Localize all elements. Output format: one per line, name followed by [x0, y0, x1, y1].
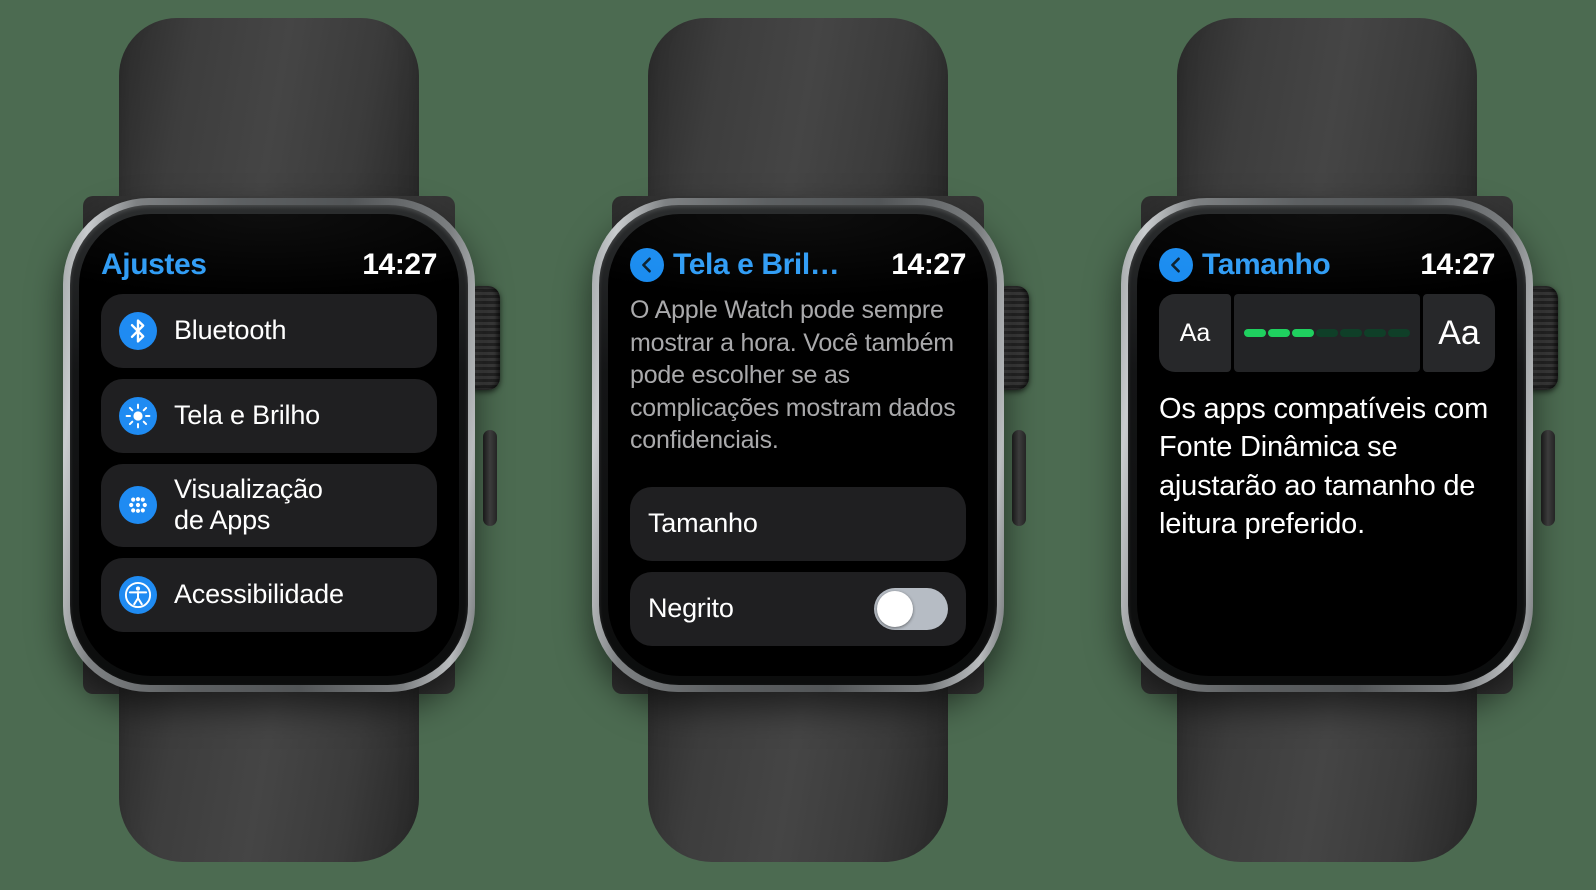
status-bar: Tamanho 14:27 [1159, 244, 1495, 286]
decrease-text-size-label: Aa [1179, 318, 1211, 347]
sidebar-item-label: Acessibilidade [174, 578, 344, 609]
row-label: Tamanho [648, 507, 758, 538]
app-grid-icon [119, 486, 157, 525]
watch-display: Tamanho 14:27 Aa Aa Os apps compatíveis … [1137, 214, 1517, 676]
text-size-screen: Tamanho 14:27 Aa Aa Os apps compatíveis … [1137, 214, 1517, 676]
apple-watch-display-brightness: Tela e Bril… 14:27 O Apple Watch pode se… [543, 0, 1053, 890]
status-bar: Tela e Bril… 14:27 [630, 244, 966, 286]
settings-list: Bluetooth Tela e Brilho Visualização de … [101, 294, 437, 632]
text-size-stepper: Aa Aa [1159, 294, 1495, 372]
page-title: Tela e Bril… [673, 248, 840, 281]
text-size-tick [1268, 329, 1290, 337]
text-size-tick [1244, 329, 1266, 337]
watch-bezel: Tela e Bril… 14:27 O Apple Watch pode se… [599, 205, 997, 685]
watch-bezel: Tamanho 14:27 Aa Aa Os apps compatíveis … [1128, 205, 1526, 685]
increase-text-size-button[interactable]: Aa [1423, 294, 1495, 372]
sidebar-item-display-brightness[interactable]: Tela e Brilho [101, 379, 437, 453]
row-text-size[interactable]: Tamanho [630, 486, 966, 561]
status-clock: 14:27 [891, 248, 966, 281]
text-size-tick [1292, 329, 1314, 337]
watch-display: Ajustes 14:27 Bluetooth Tela e Brilho Vi… [79, 214, 459, 676]
text-size-tick [1316, 329, 1338, 337]
bluetooth-icon [119, 312, 157, 350]
page-title: Ajustes [101, 248, 207, 281]
status-clock: 14:27 [362, 248, 437, 281]
row-bold-text[interactable]: Negrito [630, 571, 966, 646]
watch-case: Ajustes 14:27 Bluetooth Tela e Brilho Vi… [63, 198, 475, 692]
decrease-text-size-button[interactable]: Aa [1159, 294, 1231, 372]
text-size-tick-group [1244, 329, 1410, 337]
bold-text-toggle[interactable] [874, 587, 948, 630]
brightness-icon [119, 397, 157, 435]
text-size-tick [1364, 329, 1386, 337]
watch-bezel: Ajustes 14:27 Bluetooth Tela e Brilho Vi… [70, 205, 468, 685]
increase-text-size-label: Aa [1438, 313, 1480, 352]
sidebar-item-label: Visualização de Apps [174, 474, 323, 536]
watch-case: Tela e Bril… 14:27 O Apple Watch pode se… [592, 198, 1004, 692]
back-button[interactable] [1159, 248, 1193, 282]
apple-watch-settings: Ajustes 14:27 Bluetooth Tela e Brilho Vi… [14, 0, 524, 890]
text-size-tick [1388, 329, 1410, 337]
accessibility-icon [119, 575, 157, 614]
side-button[interactable] [1012, 430, 1026, 526]
sidebar-item-app-view[interactable]: Visualização de Apps [101, 464, 437, 547]
watch-display: Tela e Bril… 14:27 O Apple Watch pode se… [608, 214, 988, 676]
display-brightness-screen: Tela e Bril… 14:27 O Apple Watch pode se… [608, 214, 988, 676]
display-settings-list: Tamanho Negrito [630, 486, 966, 646]
watch-gallery: Ajustes 14:27 Bluetooth Tela e Brilho Vi… [0, 0, 1596, 890]
toggle-knob [877, 590, 913, 627]
text-size-slider[interactable] [1234, 294, 1420, 372]
sidebar-item-bluetooth[interactable]: Bluetooth [101, 294, 437, 368]
status-clock: 14:27 [1420, 248, 1495, 281]
description-text: O Apple Watch pode sempre mostrar a hora… [630, 296, 956, 454]
row-label: Negrito [648, 592, 734, 623]
description-text: Os apps compatíveis com Fonte Dinâmica s… [1159, 393, 1489, 540]
text-size-tick [1340, 329, 1362, 337]
sidebar-item-label: Bluetooth [174, 315, 287, 346]
sidebar-item-label: Tela e Brilho [174, 400, 320, 431]
back-button[interactable] [630, 248, 664, 282]
status-bar: Ajustes 14:27 [101, 244, 437, 286]
side-button[interactable] [1541, 430, 1555, 526]
settings-screen: Ajustes 14:27 Bluetooth Tela e Brilho Vi… [79, 214, 459, 676]
side-button[interactable] [483, 430, 497, 526]
apple-watch-text-size: Tamanho 14:27 Aa Aa Os apps compatíveis … [1072, 0, 1582, 890]
sidebar-item-accessibility[interactable]: Acessibilidade [101, 557, 437, 632]
page-title: Tamanho [1202, 248, 1331, 281]
watch-case: Tamanho 14:27 Aa Aa Os apps compatíveis … [1121, 198, 1533, 692]
